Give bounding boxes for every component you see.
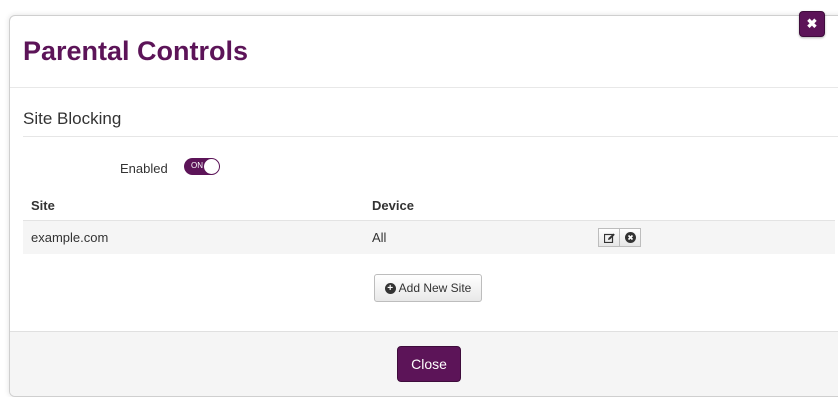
add-new-site-button[interactable]: + Add New Site — [374, 274, 482, 302]
add-new-site-label: Add New Site — [398, 281, 472, 295]
table-header: Site Device — [23, 192, 835, 221]
parental-controls-dialog: Parental Controls Site Blocking Enabled … — [9, 15, 838, 397]
plus-circle-icon: + — [384, 282, 396, 294]
enabled-label: Enabled — [120, 161, 168, 176]
remove-icon — [624, 232, 636, 243]
close-button[interactable]: Close — [397, 346, 461, 382]
blocked-sites-table: Site Device example.com All — [23, 192, 835, 254]
table-row: example.com All — [23, 221, 835, 254]
remove-button[interactable] — [620, 228, 641, 247]
dialog-header: Parental Controls — [10, 16, 838, 88]
site-cell: example.com — [31, 230, 109, 245]
row-actions — [598, 228, 641, 247]
column-header-device: Device — [372, 198, 414, 213]
column-header-site: Site — [31, 198, 55, 213]
dialog-footer: Close — [10, 331, 838, 396]
edit-button[interactable] — [598, 228, 620, 247]
enabled-toggle[interactable]: ON — [184, 158, 220, 175]
toggle-knob — [204, 159, 219, 174]
toggle-state-text: ON — [191, 161, 203, 170]
device-cell: All — [372, 230, 387, 245]
section-title-site-blocking: Site Blocking — [23, 109, 122, 128]
close-icon[interactable]: ✖ — [799, 11, 825, 37]
edit-icon — [603, 233, 615, 243]
dialog-title: Parental Controls — [23, 36, 249, 66]
section-divider — [23, 136, 838, 137]
